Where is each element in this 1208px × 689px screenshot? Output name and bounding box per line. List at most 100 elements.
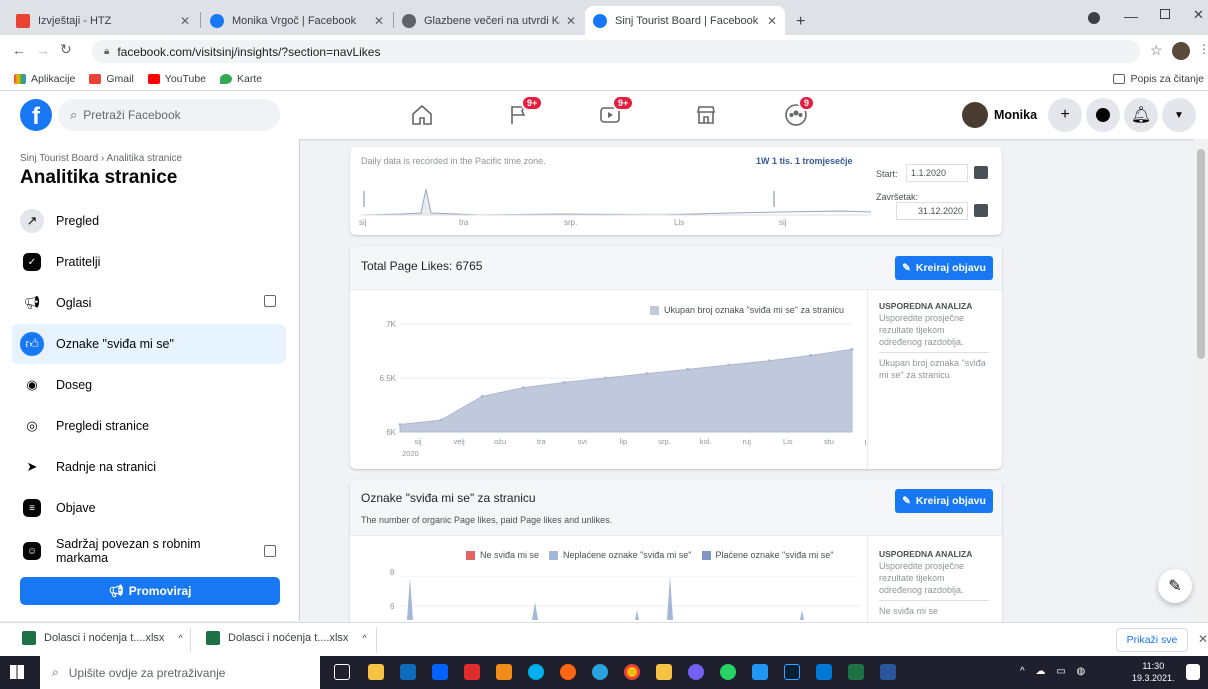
outlook-icon[interactable] — [816, 664, 832, 680]
bookmark-youtube[interactable]: YouTube — [147, 73, 206, 85]
calendar-icon[interactable] — [974, 166, 988, 179]
bookmark-gmail[interactable]: Gmail — [89, 73, 134, 85]
calendar-icon[interactable] — [974, 204, 988, 217]
range-handle-left[interactable] — [363, 191, 365, 207]
clock[interactable]: 11:30 19.3.2021. — [1132, 660, 1175, 684]
facebook-logo-icon[interactable]: f — [20, 99, 52, 131]
search-input[interactable]: ⌕ Pretraži Facebook — [58, 99, 280, 131]
viber-icon[interactable] — [688, 664, 704, 680]
home-icon[interactable] — [410, 103, 434, 127]
acrobat-icon[interactable] — [464, 664, 480, 680]
scrollbar-thumb[interactable] — [1197, 149, 1205, 359]
windows-start-icon[interactable] — [10, 665, 24, 679]
url-bar[interactable]: 🔒︎ facebook.com/visitsinj/insights/?sect… — [92, 40, 1140, 63]
maximize-button[interactable] — [1160, 9, 1170, 19]
mail-icon[interactable] — [400, 664, 416, 680]
sidebar-item-oglasi[interactable]: 📢︎ Oglasi — [12, 283, 286, 323]
minimize-button[interactable]: — — [1124, 8, 1138, 24]
tab-glazbene[interactable]: Glazbene večeri na utvrdi Kamičak ✕ — [394, 6, 584, 35]
range-presets[interactable]: 1W 1 tis. 1 tromjesečje — [756, 156, 853, 166]
data-point[interactable] — [521, 386, 525, 390]
profile-button[interactable]: Monika — [962, 99, 1045, 131]
data-point[interactable] — [850, 347, 854, 351]
data-point[interactable] — [809, 353, 813, 357]
close-icon[interactable]: ✕ — [180, 14, 190, 28]
data-point[interactable] — [439, 418, 443, 422]
data-point[interactable] — [603, 376, 607, 380]
sidebar-item-objave[interactable]: ≡ Objave — [12, 488, 286, 528]
breadcrumb[interactable]: Sinj Tourist Board › Analitika stranice — [20, 153, 182, 164]
sidebar-item-radnje[interactable]: ➤ Radnje na stranici — [12, 447, 286, 487]
back-icon[interactable]: ← — [12, 42, 26, 58]
data-point[interactable] — [480, 394, 484, 398]
notifications-button[interactable]: 🔔︎ — [1124, 98, 1158, 132]
close-icon[interactable]: ✕ — [767, 14, 777, 28]
whatsapp-icon[interactable] — [720, 664, 736, 680]
photoshop-icon[interactable] — [784, 664, 800, 680]
data-point[interactable] — [562, 380, 566, 384]
compare-metric[interactable]: Ukupan broj oznaka "sviđa mi se" za stra… — [879, 358, 986, 380]
account-button[interactable]: ▼ — [1162, 98, 1196, 132]
data-point[interactable] — [768, 359, 772, 363]
sidebar-item-oznake[interactable]: 👍︎ Oznake "sviđa mi se" — [12, 324, 286, 364]
vlc-icon[interactable] — [496, 664, 512, 680]
start-date-field[interactable]: 1.1.2020 — [906, 164, 968, 182]
file-explorer-icon[interactable] — [656, 664, 672, 680]
range-handle-right[interactable] — [773, 191, 775, 207]
edge-icon[interactable] — [592, 664, 608, 680]
sidebar-item-pratitelji[interactable]: ✓ Pratitelji — [12, 242, 286, 282]
chevron-up-icon[interactable]: ^ — [178, 633, 182, 643]
chrome-icon[interactable] — [624, 664, 640, 680]
data-point[interactable] — [398, 422, 402, 426]
word-icon[interactable] — [880, 664, 896, 680]
forward-icon[interactable]: → — [36, 42, 50, 58]
groups-nav[interactable]: 9 — [784, 95, 816, 127]
scrollbar[interactable] — [1194, 139, 1208, 622]
window-close-button[interactable]: ✕ — [1193, 7, 1204, 23]
excel-icon[interactable] — [848, 664, 864, 680]
data-point[interactable] — [727, 363, 731, 367]
close-icon[interactable]: ✕ — [566, 14, 576, 28]
firefox-icon[interactable] — [560, 664, 576, 680]
star-icon[interactable]: ☆ — [1150, 42, 1163, 59]
dropbox-icon[interactable] — [432, 664, 448, 680]
profile-avatar[interactable] — [1172, 42, 1190, 60]
messenger-app-icon[interactable] — [752, 664, 768, 680]
close-icon[interactable]: ✕ — [374, 14, 384, 28]
pages-nav[interactable]: 9+ — [507, 95, 544, 127]
end-date-field[interactable]: 31.12.2020 — [896, 202, 968, 220]
skype-icon[interactable] — [528, 664, 544, 680]
reload-icon[interactable]: ↻ — [60, 41, 72, 58]
sidebar-item-pregled[interactable]: ↗ Pregled — [12, 201, 286, 241]
create-post-button[interactable]: ✎ Kreiraj objavu — [895, 256, 993, 280]
profile-dot-icon[interactable] — [1088, 12, 1100, 24]
sidebar-item-pregledi[interactable]: ◎ Pregledi stranice — [12, 406, 286, 446]
messenger-button[interactable] — [1086, 98, 1120, 132]
download-item[interactable]: Dolasci i noćenja t....xlsx ^ — [22, 631, 183, 645]
taskbar-search[interactable]: ⌕ Upišite ovdje za pretraživanje — [40, 656, 320, 689]
show-all-button[interactable]: Prikaži sve — [1116, 628, 1188, 652]
tab-izvjestaji[interactable]: Izvještaji - HTZ ✕ — [8, 6, 198, 35]
range-overview-chart[interactable] — [361, 171, 871, 227]
reading-list[interactable]: Popis za čitanje — [1113, 73, 1204, 85]
promote-button[interactable]: 📢︎ Promoviraj — [20, 577, 280, 605]
watch-nav[interactable]: 9+ — [598, 95, 635, 127]
sidebar-item-doseg[interactable]: ◉ Doseg — [12, 365, 286, 405]
tab-sinj[interactable]: Sinj Tourist Board | Facebook ✕ — [585, 6, 785, 35]
notification-center-icon[interactable] — [1186, 664, 1200, 680]
menu-icon[interactable]: ⋮ — [1198, 42, 1208, 56]
task-view-icon[interactable] — [334, 664, 350, 680]
bookmark-maps[interactable]: Karte — [220, 73, 262, 85]
create-button[interactable]: + — [1048, 98, 1082, 132]
data-point[interactable] — [686, 367, 690, 371]
likes-area-series[interactable] — [399, 348, 853, 433]
new-tab-button[interactable]: + — [796, 13, 805, 31]
bookmark-apps[interactable]: Aplikacije — [14, 73, 75, 85]
compare-metric[interactable]: Ne sviđa mi se — [879, 606, 938, 616]
marketplace-icon[interactable] — [694, 103, 718, 127]
download-item[interactable]: Dolasci i noćenja t....xlsx ^ — [206, 631, 367, 645]
create-post-button[interactable]: ✎ Kreiraj objavu — [895, 489, 993, 513]
chevron-up-icon[interactable]: ^ — [362, 633, 366, 643]
tab-monika[interactable]: Monika Vrgoč | Facebook ✕ — [202, 6, 392, 35]
data-point[interactable] — [645, 372, 649, 376]
